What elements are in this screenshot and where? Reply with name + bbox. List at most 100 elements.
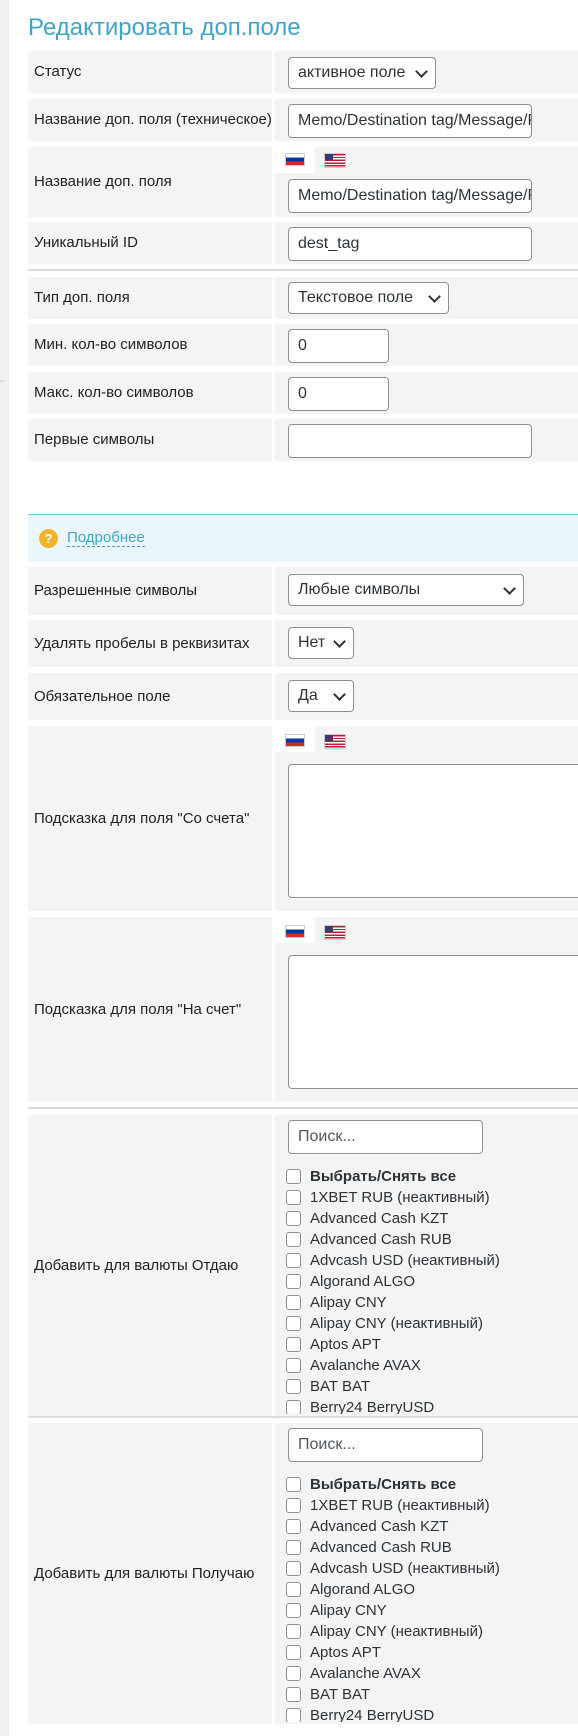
required-select[interactable]: Да bbox=[288, 680, 354, 712]
checkbox[interactable] bbox=[286, 1400, 301, 1414]
us-flag-icon[interactable] bbox=[324, 153, 346, 168]
list-item[interactable]: Advcash USD (неактивный) bbox=[286, 1558, 576, 1579]
list-item[interactable]: Alipay CNY bbox=[286, 1600, 576, 1621]
field-type-select[interactable]: Текстовое поле bbox=[288, 282, 449, 314]
list-item[interactable]: Alipay CNY (неактивный) bbox=[286, 1621, 576, 1642]
list-item[interactable]: Alipay CNY bbox=[286, 1292, 576, 1313]
list-item[interactable]: Advanced Cash RUB bbox=[286, 1229, 576, 1250]
strip-spaces-select[interactable]: Нет bbox=[288, 627, 354, 659]
checkbox[interactable] bbox=[286, 1624, 301, 1639]
checkbox[interactable] bbox=[286, 1253, 301, 1268]
list-item[interactable]: Advanced Cash KZT bbox=[286, 1516, 576, 1537]
list-item[interactable]: BAT BAT bbox=[286, 1376, 576, 1397]
list-item[interactable]: Berry24 BerryUSD bbox=[286, 1397, 576, 1414]
checkbox[interactable] bbox=[286, 1211, 301, 1226]
give-select-all[interactable]: Выбрать/Снять все bbox=[286, 1166, 576, 1187]
tech-name-input[interactable]: Memo/Destination tag/Message/Payment bbox=[288, 104, 532, 138]
currency-label: Advcash USD (неактивный) bbox=[310, 1252, 500, 1269]
row-max-chars: Макс. кол-во символов 0 bbox=[28, 372, 578, 414]
row-hint-to: Подсказка для поля "На счет" bbox=[28, 917, 578, 1102]
row-required: Обязательное поле Да bbox=[28, 673, 578, 720]
get-currencies-label: Добавить для валюты Получаю bbox=[28, 1423, 272, 1724]
give-search-input[interactable]: Поиск... bbox=[288, 1120, 483, 1154]
first-chars-input[interactable] bbox=[288, 424, 532, 458]
currency-label: Algorand ALGO bbox=[310, 1273, 416, 1290]
more-link[interactable]: Подробнее bbox=[67, 529, 145, 547]
currency-label: Aptos APT bbox=[310, 1336, 381, 1353]
us-flag-icon[interactable] bbox=[324, 925, 346, 940]
list-item[interactable]: Advcash USD (неактивный) bbox=[286, 1250, 576, 1271]
list-item[interactable]: Avalanche AVAX bbox=[286, 1663, 576, 1684]
tab-lang-ru[interactable] bbox=[275, 726, 315, 752]
edit-field-page: Редактировать доп.поле Статус активное п… bbox=[0, 0, 578, 1736]
checkbox[interactable] bbox=[286, 1190, 301, 1205]
give-currency-list: Выбрать/Снять все 1XBET RUB (неактивный)… bbox=[286, 1166, 576, 1414]
select-all-label: Выбрать/Снять все bbox=[310, 1476, 457, 1493]
min-chars-input[interactable]: 0 bbox=[288, 329, 389, 363]
list-item[interactable]: Aptos APT bbox=[286, 1334, 576, 1355]
checkbox[interactable] bbox=[286, 1561, 301, 1576]
currency-label: 1XBET RUB (неактивный) bbox=[310, 1189, 490, 1206]
checkbox[interactable] bbox=[286, 1540, 301, 1555]
list-item[interactable]: Algorand ALGO bbox=[286, 1271, 576, 1292]
currency-label: Algorand ALGO bbox=[310, 1581, 416, 1598]
hint-to-label: Подсказка для поля "На счет" bbox=[28, 917, 272, 1102]
checkbox[interactable] bbox=[286, 1687, 301, 1702]
list-item[interactable]: Berry24 BerryUSD bbox=[286, 1705, 576, 1722]
status-select[interactable]: активное поле bbox=[288, 57, 436, 89]
list-item[interactable]: 1XBET RUB (неактивный) bbox=[286, 1187, 576, 1208]
hint-from-textarea[interactable] bbox=[288, 764, 578, 898]
max-chars-cell: 0 bbox=[275, 372, 578, 414]
get-search-input[interactable]: Поиск... bbox=[288, 1428, 483, 1462]
currency-label: Alipay CNY (неактивный) bbox=[310, 1623, 483, 1640]
edge-mark bbox=[0, 380, 4, 382]
required-cell: Да bbox=[275, 673, 578, 720]
info-notice: ? Подробнее bbox=[28, 514, 578, 562]
currency-label: Berry24 BerryUSD bbox=[310, 1707, 435, 1722]
max-chars-input[interactable]: 0 bbox=[288, 377, 389, 411]
checkbox[interactable] bbox=[286, 1358, 301, 1373]
allowed-chars-select[interactable]: Любые символы bbox=[288, 574, 524, 606]
min-chars-cell: 0 bbox=[275, 324, 578, 366]
checkbox[interactable] bbox=[286, 1316, 301, 1331]
field-type-value: Текстовое поле bbox=[298, 289, 414, 306]
list-item[interactable]: 1XBET RUB (неактивный) bbox=[286, 1495, 576, 1516]
tab-lang-ru[interactable] bbox=[275, 917, 315, 943]
checkbox[interactable] bbox=[286, 1666, 301, 1681]
currency-label: Advanced Cash KZT bbox=[310, 1518, 449, 1535]
row-allowed-chars: Разрешенные символы Любые символы bbox=[28, 567, 578, 615]
field-name-cell: Memo/Destination tag/Message/Payment bbox=[275, 147, 578, 217]
strip-spaces-label: Удалять пробелы в реквизитах bbox=[28, 620, 272, 667]
list-item[interactable]: Advanced Cash KZT bbox=[286, 1208, 576, 1229]
list-item[interactable]: Aptos APT bbox=[286, 1642, 576, 1663]
checkbox[interactable] bbox=[286, 1603, 301, 1618]
us-flag-icon[interactable] bbox=[324, 734, 346, 749]
tab-lang-ru[interactable] bbox=[275, 147, 315, 173]
checkbox[interactable] bbox=[286, 1337, 301, 1352]
checkbox[interactable] bbox=[286, 1498, 301, 1513]
currency-label: BAT BAT bbox=[310, 1378, 371, 1395]
checkbox[interactable] bbox=[286, 1519, 301, 1534]
checkbox[interactable] bbox=[286, 1169, 301, 1184]
unique-id-input[interactable]: dest_tag bbox=[288, 227, 532, 261]
checkbox[interactable] bbox=[286, 1477, 301, 1492]
list-item[interactable]: Avalanche AVAX bbox=[286, 1355, 576, 1376]
list-item[interactable]: Advanced Cash RUB bbox=[286, 1537, 576, 1558]
question-icon: ? bbox=[39, 529, 58, 548]
allowed-chars-label: Разрешенные символы bbox=[28, 567, 272, 615]
checkbox[interactable] bbox=[286, 1232, 301, 1247]
get-select-all[interactable]: Выбрать/Снять все bbox=[286, 1474, 576, 1495]
russia-flag-icon bbox=[285, 734, 305, 747]
checkbox[interactable] bbox=[286, 1645, 301, 1660]
allowed-chars-value: Любые символы bbox=[298, 581, 421, 598]
checkbox[interactable] bbox=[286, 1274, 301, 1289]
list-item[interactable]: BAT BAT bbox=[286, 1684, 576, 1705]
list-item[interactable]: Algorand ALGO bbox=[286, 1579, 576, 1600]
checkbox[interactable] bbox=[286, 1379, 301, 1394]
checkbox[interactable] bbox=[286, 1708, 301, 1722]
checkbox[interactable] bbox=[286, 1582, 301, 1597]
hint-to-textarea[interactable] bbox=[288, 955, 578, 1089]
checkbox[interactable] bbox=[286, 1295, 301, 1310]
list-item[interactable]: Alipay CNY (неактивный) bbox=[286, 1313, 576, 1334]
field-name-input[interactable]: Memo/Destination tag/Message/Payment bbox=[288, 179, 532, 213]
